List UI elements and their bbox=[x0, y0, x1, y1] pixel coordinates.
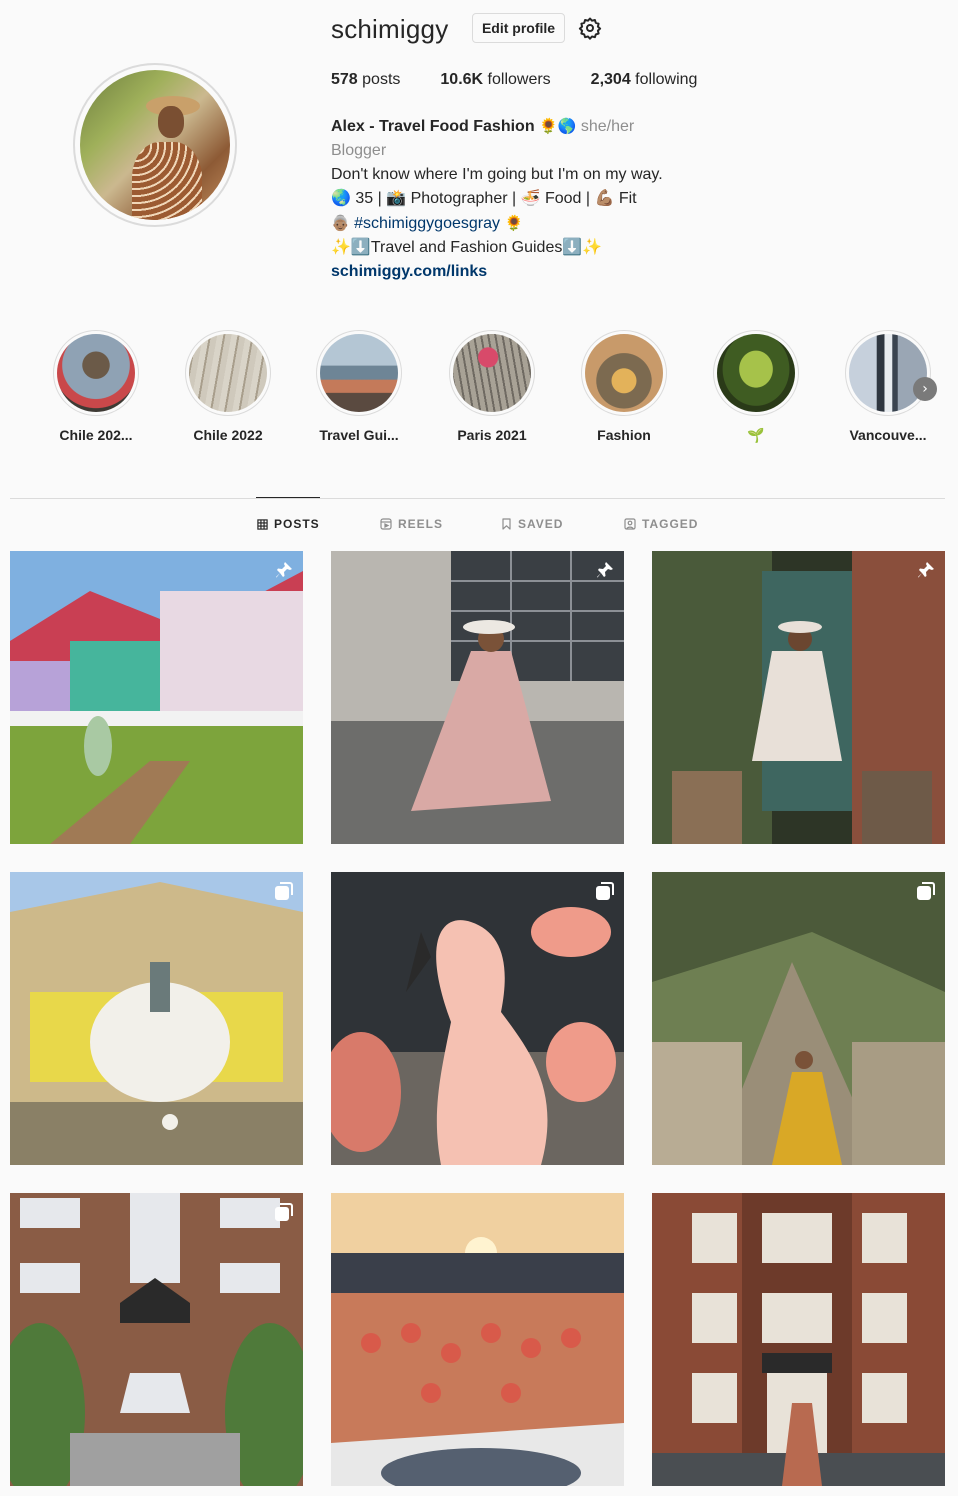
post-image bbox=[652, 1193, 945, 1486]
highlight-ring[interactable] bbox=[316, 330, 402, 416]
reels-icon bbox=[380, 518, 392, 530]
carousel-icon bbox=[596, 882, 614, 900]
story-highlights: Chile 202... Chile 2022 Travel Gui... Pa… bbox=[0, 330, 958, 450]
profile-avatar-ring[interactable] bbox=[73, 63, 237, 227]
avatar-face bbox=[158, 106, 184, 138]
avatar-dress bbox=[132, 142, 202, 220]
post-thumbnail[interactable] bbox=[652, 872, 945, 1165]
highlight-ring[interactable] bbox=[845, 330, 931, 416]
highlight-ring[interactable] bbox=[53, 330, 139, 416]
post-thumbnail[interactable] bbox=[10, 551, 303, 844]
bio-hashtag-link[interactable]: #schimiggygoesgray bbox=[354, 215, 500, 232]
bio-name-emoji: 🌻🌎 bbox=[539, 117, 577, 135]
pin-icon bbox=[276, 562, 292, 578]
following-count[interactable]: 2,304 following bbox=[591, 71, 698, 89]
highlight-item[interactable]: 🌱 bbox=[691, 330, 821, 444]
tagged-icon bbox=[624, 518, 636, 530]
highlight-ring[interactable] bbox=[185, 330, 271, 416]
post-thumbnail[interactable] bbox=[10, 1193, 303, 1486]
tab-label: REELS bbox=[398, 517, 444, 531]
profile-bio: Alex - Travel Food Fashion 🌻🌎 she/her Bl… bbox=[331, 114, 663, 284]
highlight-cover bbox=[849, 334, 927, 412]
post-thumbnail[interactable] bbox=[331, 551, 624, 844]
carousel-icon bbox=[917, 882, 935, 900]
post-image bbox=[331, 551, 624, 844]
pin-icon bbox=[597, 562, 613, 578]
edit-profile-button[interactable]: Edit profile bbox=[472, 13, 565, 43]
highlight-label: Travel Gui... bbox=[319, 427, 399, 443]
bio-line-3: 👵🏽 #schimiggygoesgray 🌻 bbox=[331, 211, 663, 236]
post-image bbox=[652, 872, 945, 1165]
post-image bbox=[652, 551, 945, 844]
post-image bbox=[331, 872, 624, 1165]
profile-username: schimiggy bbox=[331, 14, 449, 44]
highlight-item[interactable]: Paris 2021 bbox=[427, 330, 557, 443]
highlight-cover bbox=[57, 334, 135, 412]
highlight-item[interactable]: Chile 202... bbox=[31, 330, 161, 443]
tab-reels[interactable]: REELS bbox=[380, 517, 443, 531]
avatar[interactable] bbox=[80, 70, 230, 220]
highlight-cover bbox=[320, 334, 398, 412]
highlight-ring[interactable] bbox=[449, 330, 535, 416]
highlight-label: Chile 202... bbox=[59, 427, 133, 443]
active-tab-indicator bbox=[256, 497, 320, 498]
post-thumbnail[interactable] bbox=[652, 1193, 945, 1486]
gear-icon[interactable] bbox=[578, 16, 602, 40]
bio-line-2: 🌏 35 | 📸 Photographer | 🍜 Food | 💪🏽 Fit bbox=[331, 190, 637, 207]
tabs-divider bbox=[10, 498, 945, 499]
tab-saved[interactable]: SAVED bbox=[501, 517, 563, 531]
highlight-cover bbox=[453, 334, 531, 412]
bio-line3-emoji2: 🌻 bbox=[504, 214, 524, 232]
followers-count[interactable]: 10.6K followers bbox=[440, 71, 550, 89]
post-thumbnail[interactable] bbox=[10, 872, 303, 1165]
chevron-right-icon[interactable]: › bbox=[913, 377, 937, 401]
post-thumbnail[interactable] bbox=[331, 872, 624, 1165]
highlight-cover bbox=[585, 334, 663, 412]
bio-website-link[interactable]: schimiggy.com/links bbox=[331, 260, 663, 284]
highlight-item[interactable]: Chile 2022 bbox=[163, 330, 293, 443]
posts-count: 578 posts bbox=[331, 71, 401, 88]
bookmark-icon bbox=[502, 518, 511, 530]
highlight-label: Paris 2021 bbox=[457, 427, 527, 443]
post-thumbnail[interactable] bbox=[331, 1193, 624, 1486]
highlight-item[interactable]: Travel Gui... bbox=[294, 330, 424, 443]
post-image bbox=[10, 872, 303, 1165]
bio-full-name: Alex - Travel Food Fashion bbox=[331, 118, 535, 135]
bio-name-line: Alex - Travel Food Fashion 🌻🌎 she/her bbox=[331, 114, 663, 139]
bio-category: Blogger bbox=[331, 142, 387, 159]
tab-posts[interactable]: POSTS bbox=[257, 517, 320, 531]
bio-line-1: Don't know where I'm going but I'm on my… bbox=[331, 166, 663, 183]
bio-pronouns: she/her bbox=[580, 118, 635, 135]
highlight-cover bbox=[717, 334, 795, 412]
highlight-item[interactable]: Fashion bbox=[559, 330, 689, 443]
bio-line-4: ✨⬇️Travel and Fashion Guides⬇️✨ bbox=[331, 239, 603, 256]
tab-tagged[interactable]: TAGGED bbox=[624, 517, 698, 531]
post-image bbox=[10, 1193, 303, 1486]
tab-label: POSTS bbox=[274, 517, 320, 531]
highlight-label: Fashion bbox=[597, 427, 651, 443]
pin-icon bbox=[918, 562, 934, 578]
grid-icon bbox=[257, 518, 268, 530]
tab-label: TAGGED bbox=[642, 517, 699, 531]
highlight-cover bbox=[189, 334, 267, 412]
highlight-label: Vancouve... bbox=[849, 427, 927, 443]
bio-line3-emoji: 👵🏽 bbox=[331, 214, 350, 232]
highlight-ring[interactable] bbox=[713, 330, 799, 416]
highlight-label: Chile 2022 bbox=[193, 427, 263, 443]
tab-label: SAVED bbox=[518, 517, 564, 531]
carousel-icon bbox=[275, 882, 293, 900]
post-image bbox=[331, 1193, 624, 1486]
profile-stats: 578 posts 10.6K followers 2,304 followin… bbox=[331, 71, 737, 89]
highlight-ring[interactable] bbox=[581, 330, 667, 416]
post-thumbnail[interactable] bbox=[652, 551, 945, 844]
post-image bbox=[10, 551, 303, 844]
highlight-label: 🌱 bbox=[747, 427, 765, 443]
carousel-icon bbox=[275, 1203, 293, 1221]
